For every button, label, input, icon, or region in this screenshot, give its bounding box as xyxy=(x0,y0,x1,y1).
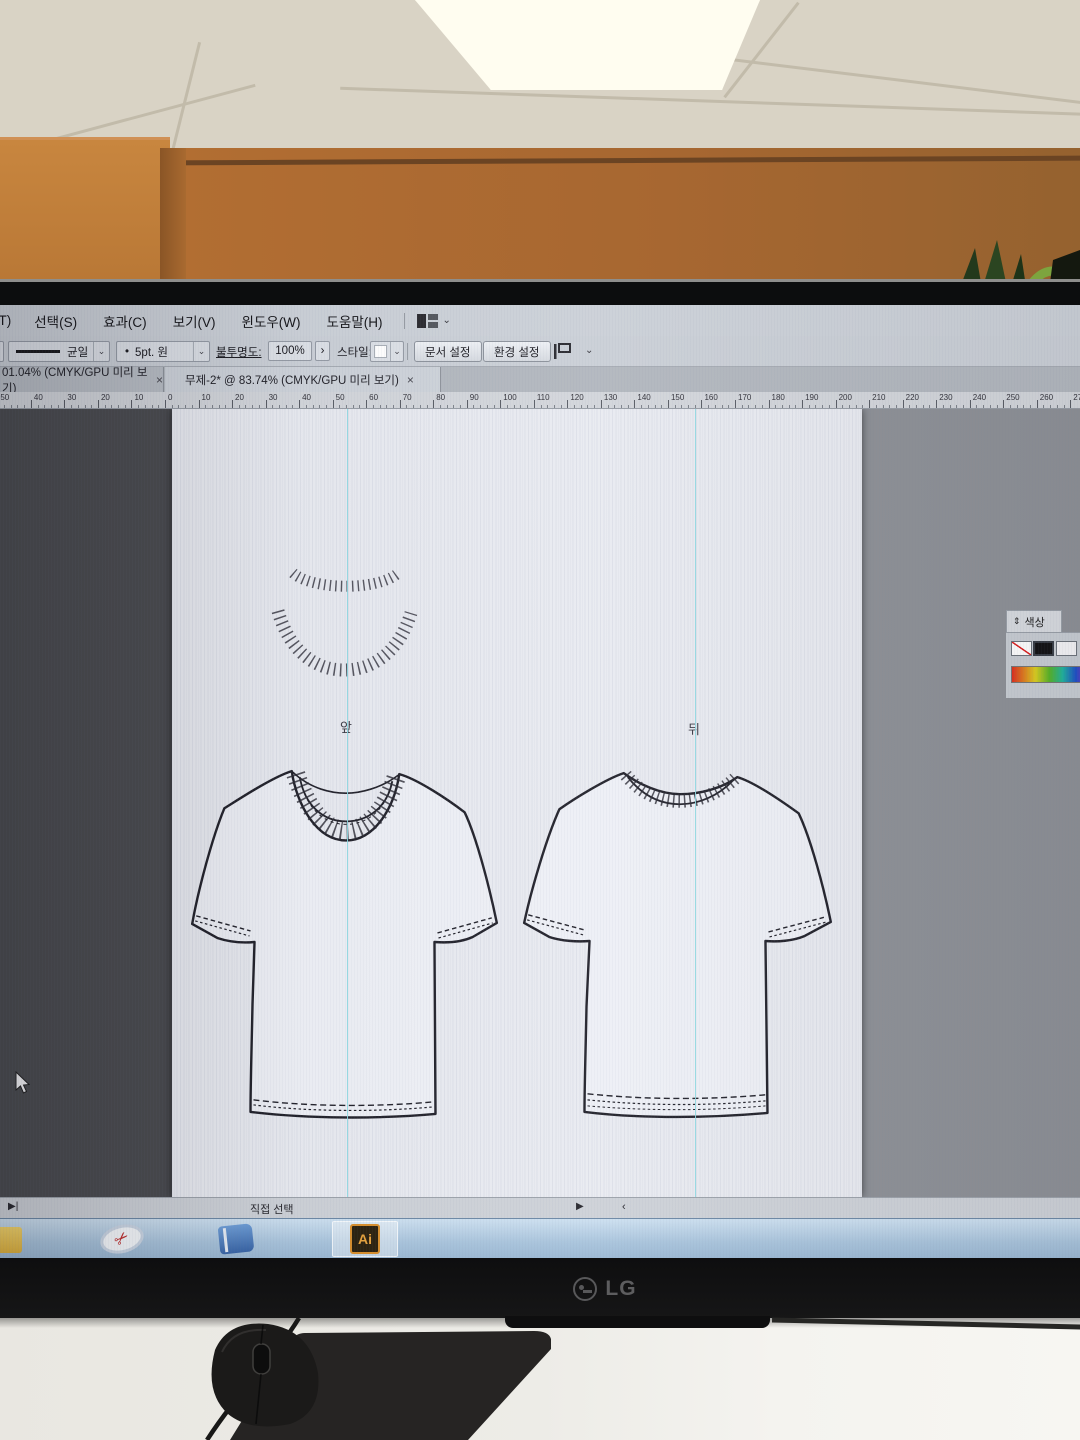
stroke-profile-value: 균일 xyxy=(67,344,93,360)
opacity-expand-button[interactable]: › xyxy=(315,341,330,361)
color-panel-title: 색상 xyxy=(1025,614,1045,630)
color-spectrum-bar[interactable] xyxy=(1011,666,1080,683)
lg-symbol-icon xyxy=(573,1277,597,1301)
vertical-guide-back[interactable] xyxy=(695,409,696,1197)
opacity-label[interactable]: 불투명도: xyxy=(216,342,262,362)
menu-item-view[interactable]: 보기(V) xyxy=(160,311,229,331)
pasteboard-right xyxy=(862,409,1080,1197)
document-tab-bar: 01.04% (CMYK/GPU 미리 보기) × 무제-2* @ 83.74%… xyxy=(0,367,1080,392)
opacity-input[interactable]: 100% xyxy=(268,341,312,361)
ceiling-light xyxy=(415,0,760,90)
style-label: 스타일: xyxy=(337,342,372,362)
notebook-app-icon[interactable] xyxy=(210,1224,262,1254)
brush-value: 5pt. 원 xyxy=(135,344,193,360)
nav-left-icon[interactable]: ‹ xyxy=(622,1201,626,1213)
illustrator-icon[interactable]: Ai xyxy=(348,1224,382,1254)
menu-separator xyxy=(404,313,405,329)
lg-logo: LG xyxy=(545,1272,665,1306)
brush-dot-icon: • xyxy=(125,346,129,358)
tshirt-back-drawing xyxy=(521,755,835,1127)
document-setup-button[interactable]: 문서 설정 xyxy=(414,341,482,362)
close-icon[interactable]: × xyxy=(156,373,163,387)
menu-bar: (T) 선택(S) 효과(C) 보기(V) 윈도우(W) 도움말(H) ⌄ xyxy=(0,305,1080,336)
control-separator xyxy=(407,343,408,360)
close-icon[interactable]: × xyxy=(407,373,414,387)
artboard[interactable]: 앞 뒤 xyxy=(172,409,862,1197)
brush-dropdown[interactable]: • 5pt. 원 ⌄ xyxy=(116,341,210,362)
monitor-bottom-bezel xyxy=(0,1258,1080,1320)
nav-right-icon[interactable]: ▶ xyxy=(576,1201,584,1212)
ceiling-grid-line xyxy=(340,87,1080,117)
style-dropdown[interactable]: ⌄ xyxy=(370,341,404,362)
vertical-guide-front[interactable] xyxy=(347,409,348,1197)
monitor-top-bezel xyxy=(0,279,1080,305)
clipped-control xyxy=(0,341,4,362)
style-swatch xyxy=(374,345,387,358)
black-color-swatch[interactable] xyxy=(1033,641,1054,656)
preferences-button[interactable]: 환경 설정 xyxy=(483,341,551,362)
menu-item-type-clipped[interactable]: (T) xyxy=(0,313,21,328)
desk-objects xyxy=(0,1318,1080,1440)
status-bar: ▶| 직접 선택 ▶ ‹ xyxy=(0,1197,1080,1218)
mouse-scroll-wheel[interactable] xyxy=(253,1344,270,1374)
tshirt-front-drawing xyxy=(188,753,500,1127)
color-panel: ⇕ 색상 xyxy=(1006,610,1080,698)
white-color-swatch[interactable] xyxy=(1056,641,1077,656)
control-bar: 균일 ⌄ • 5pt. 원 ⌄ 불투명도: 100% › 스타일: ⌄ 문서 설… xyxy=(0,336,1080,367)
color-panel-header[interactable]: ⇕ 색상 xyxy=(1006,610,1062,632)
chevron-down-icon[interactable]: ⌄ xyxy=(193,342,209,361)
document-tab[interactable]: 01.04% (CMYK/GPU 미리 보기) × xyxy=(0,367,164,392)
scroll-left-icon[interactable]: ▶| xyxy=(8,1201,18,1212)
mouse-cursor-icon xyxy=(14,1071,31,1095)
collar-detail-sketch xyxy=(270,561,420,686)
folder-icon[interactable] xyxy=(0,1227,22,1253)
stroke-line-icon xyxy=(16,350,60,353)
chevron-down-icon[interactable]: ⌄ xyxy=(93,342,109,361)
illustrator-window: (T) 선택(S) 효과(C) 보기(V) 윈도우(W) 도움말(H) ⌄ 균일… xyxy=(0,305,1080,1258)
scissors-icon: ✂ xyxy=(110,1227,134,1251)
windows-taskbar: ✂ Ai xyxy=(0,1218,1080,1258)
chevron-down-icon[interactable]: ⌄ xyxy=(585,345,593,356)
chevron-down-icon[interactable]: ⌄ xyxy=(390,342,403,361)
menu-item-effect[interactable]: 효과(C) xyxy=(90,311,160,331)
text-align-icon[interactable] xyxy=(552,343,574,360)
color-panel-body xyxy=(1006,632,1080,698)
stroke-profile-dropdown[interactable]: 균일 ⌄ xyxy=(8,341,110,362)
lg-logo-text: LG xyxy=(605,1277,636,1301)
menu-item-window[interactable]: 윈도우(W) xyxy=(229,311,314,331)
none-color-swatch[interactable] xyxy=(1011,641,1032,656)
photo-of-monitor: (T) 선택(S) 효과(C) 보기(V) 윈도우(W) 도움말(H) ⌄ 균일… xyxy=(0,0,1080,1440)
chevron-down-icon[interactable]: ⌄ xyxy=(443,315,451,326)
menu-item-select[interactable]: 선택(S) xyxy=(21,311,90,331)
ruler[interactable]: 5040302010010203040506070809010011012013… xyxy=(0,392,1080,409)
menu-item-help[interactable]: 도움말(H) xyxy=(314,311,396,331)
collapse-icon[interactable]: ⇕ xyxy=(1013,616,1021,627)
document-tab-active[interactable]: 무제-2* @ 83.74% (CMYK/GPU 미리 보기) × xyxy=(165,367,441,392)
tab-label: 01.04% (CMYK/GPU 미리 보기) xyxy=(2,364,148,396)
canvas[interactable]: 앞 뒤 xyxy=(0,409,1080,1197)
snipping-tool-icon[interactable]: ✂ xyxy=(96,1224,148,1254)
tab-label: 무제-2* @ 83.74% (CMYK/GPU 미리 보기) xyxy=(185,372,399,388)
current-tool-label: 직접 선택 xyxy=(250,1201,294,1217)
back-view-label: 뒤 xyxy=(688,719,700,738)
workspace-switcher-icon[interactable] xyxy=(417,314,438,328)
front-view-label: 앞 xyxy=(340,717,352,736)
